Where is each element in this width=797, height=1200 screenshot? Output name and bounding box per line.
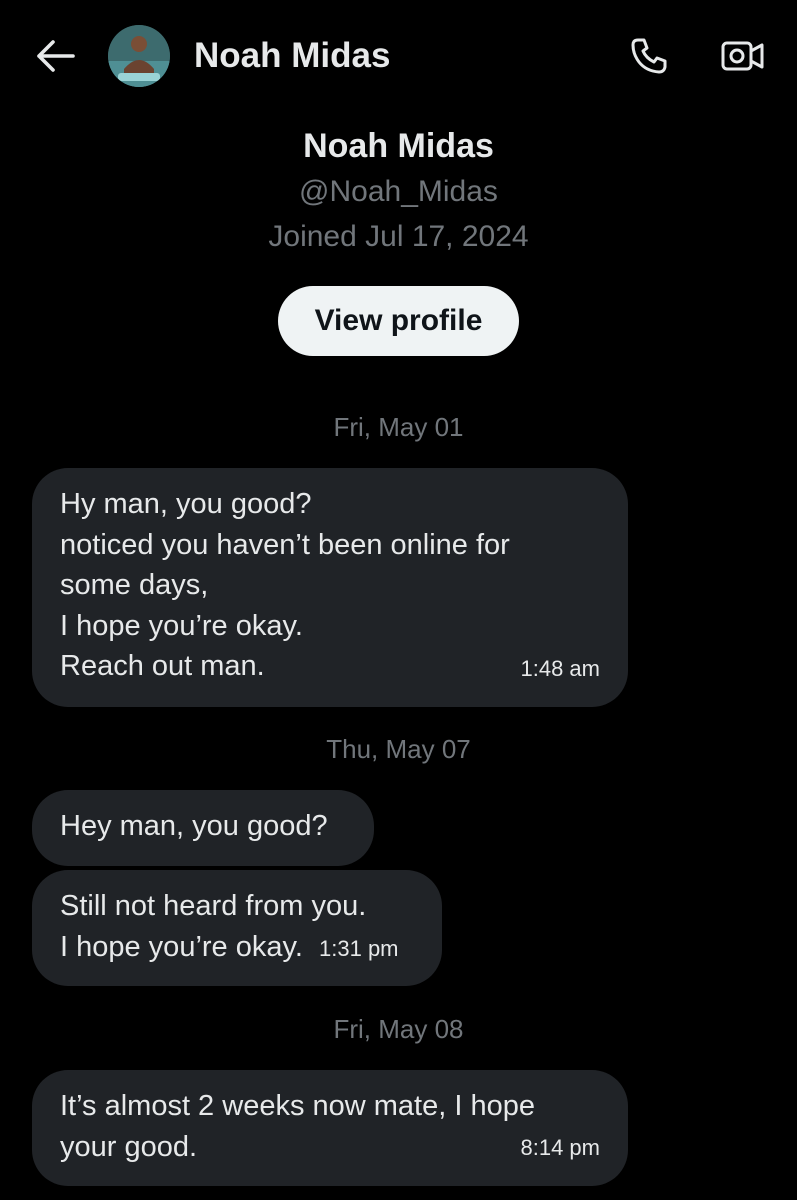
message-text: Hy man, you good? <box>60 488 312 520</box>
message-bubble[interactable]: It’s almost 2 weeks now mate, I hope you… <box>32 1070 628 1186</box>
message-bubble[interactable]: Hy man, you good? noticed you haven’t be… <box>32 468 628 707</box>
message-text-with-time: I hope you’re okay. 1:31 pm <box>60 927 414 970</box>
profile-handle: @Noah_Midas <box>299 175 498 208</box>
message-timestamp: 8:14 pm <box>520 1134 601 1160</box>
message-timestamp: 1:48 am <box>520 655 601 681</box>
call-button[interactable] <box>624 32 674 80</box>
avatar[interactable] <box>108 25 170 87</box>
video-camera-icon <box>721 41 764 71</box>
date-separator: Fri, May 08 <box>333 1014 464 1044</box>
message-text: your good. <box>60 1130 198 1163</box>
message-bubble[interactable]: Hey man, you good? <box>32 790 374 866</box>
back-button[interactable] <box>30 34 80 78</box>
header-contact-name[interactable]: Noah Midas <box>194 34 390 78</box>
message-text: noticed you haven’t been online for <box>60 528 510 561</box>
message-text: Hey man, you good? <box>60 810 328 842</box>
message-timestamp: 1:31 pm <box>319 935 399 961</box>
date-separator: Thu, May 07 <box>326 734 471 764</box>
phone-icon <box>631 38 667 74</box>
arrow-left-icon <box>37 40 75 72</box>
view-profile-button[interactable]: View profile <box>278 286 519 356</box>
message-bubble[interactable]: Still not heard from you. I hope you’re … <box>32 870 442 986</box>
message-text: Reach out man. <box>60 650 265 682</box>
message-text: I hope you’re okay. <box>60 930 303 963</box>
conversation-header: Noah Midas <box>0 0 797 112</box>
video-call-button[interactable] <box>716 32 770 80</box>
message-text: It’s almost 2 weeks now mate, I hope <box>60 1090 535 1122</box>
profile-name: Noah Midas <box>303 127 494 165</box>
message-text: I hope you’re okay. <box>60 609 303 642</box>
avatar-image <box>108 25 170 87</box>
message-text: Still not heard from you. <box>60 890 367 922</box>
profile-joined-date: Joined Jul 17, 2024 <box>268 220 529 253</box>
message-text: some days, <box>60 569 209 601</box>
date-separator: Fri, May 01 <box>333 412 464 442</box>
